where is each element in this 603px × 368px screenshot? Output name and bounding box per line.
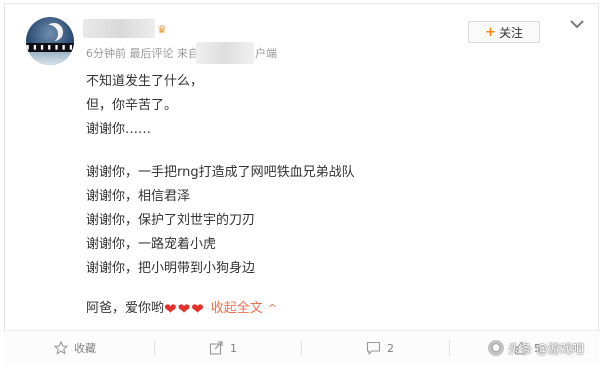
divider xyxy=(301,340,302,356)
watermark-text: 头条 @游戏吧 xyxy=(508,341,584,356)
comment-icon xyxy=(366,341,381,355)
post-line: 不知道发生了什么， xyxy=(86,74,204,89)
star-icon xyxy=(54,341,68,355)
post-line: 谢谢你，一手把rng打造成了网吧铁血兄弟战队 xyxy=(86,165,355,180)
post-line: 但，你辛苦了。 xyxy=(86,98,178,113)
post-line: 阿爸，爱你哟 xyxy=(86,301,165,316)
post-line: 谢谢你，保护了刘世宇的刀刃 xyxy=(86,213,256,228)
post-line: 谢谢你，把小明带到小狗身边 xyxy=(86,261,256,276)
collapse-link[interactable]: 收起全文 xyxy=(211,298,263,320)
chat-bubble-icon: ● xyxy=(488,340,504,356)
repost-count: 1 xyxy=(230,341,237,355)
heart-icon: ❤ xyxy=(191,300,204,318)
watermark: ● 头条 @游戏吧 xyxy=(488,337,584,359)
post-meta: 6分钟前 最后评论 来自 xyxy=(86,47,199,60)
comment-count: 2 xyxy=(387,341,394,355)
heart-icon: ❤ xyxy=(164,300,177,318)
favorite-label: 收藏 xyxy=(74,342,96,355)
follow-button[interactable]: + 关注 xyxy=(468,21,540,43)
avatar-ground xyxy=(26,52,74,65)
moon-graphic xyxy=(40,25,58,43)
post-content: 不知道发生了什么， 但，你辛苦了。 谢谢你…… 谢谢你，一手把rng打造成了网吧… xyxy=(86,70,355,281)
favorite-button[interactable]: 收藏 xyxy=(54,331,96,365)
divider xyxy=(154,340,155,356)
post-meta-tail: 户端 xyxy=(255,47,277,60)
post-line: 谢谢你，一路宠着小虎 xyxy=(86,237,217,252)
divider xyxy=(449,340,450,356)
chevron-down-icon[interactable] xyxy=(569,18,585,30)
post-line: 谢谢你，相信君泽 xyxy=(86,189,191,204)
avatar-banner: ▮ ▮ ▮ ▮ ▮ ▮ ▮ ▮ ▮ ▮ xyxy=(26,43,74,52)
follow-label: 关注 xyxy=(498,25,523,40)
crown-badge-icon: ♛ xyxy=(157,23,167,36)
comment-button[interactable]: 2 xyxy=(366,331,394,365)
username-redacted[interactable] xyxy=(83,19,155,38)
repost-icon xyxy=(209,341,223,355)
plus-icon: + xyxy=(485,24,496,40)
post-line: 谢谢你…… xyxy=(86,122,152,137)
heart-icon: ❤ xyxy=(177,300,191,318)
post-last-line: 阿爸，爱你哟 ❤ ❤ ❤ 收起全文 ^ xyxy=(86,298,277,320)
source-redacted xyxy=(196,42,254,64)
avatar[interactable]: ▮ ▮ ▮ ▮ ▮ ▮ ▮ ▮ ▮ ▮ xyxy=(26,17,74,65)
chevron-up-icon[interactable]: ^ xyxy=(268,298,277,320)
repost-button[interactable]: 1 xyxy=(209,331,237,365)
